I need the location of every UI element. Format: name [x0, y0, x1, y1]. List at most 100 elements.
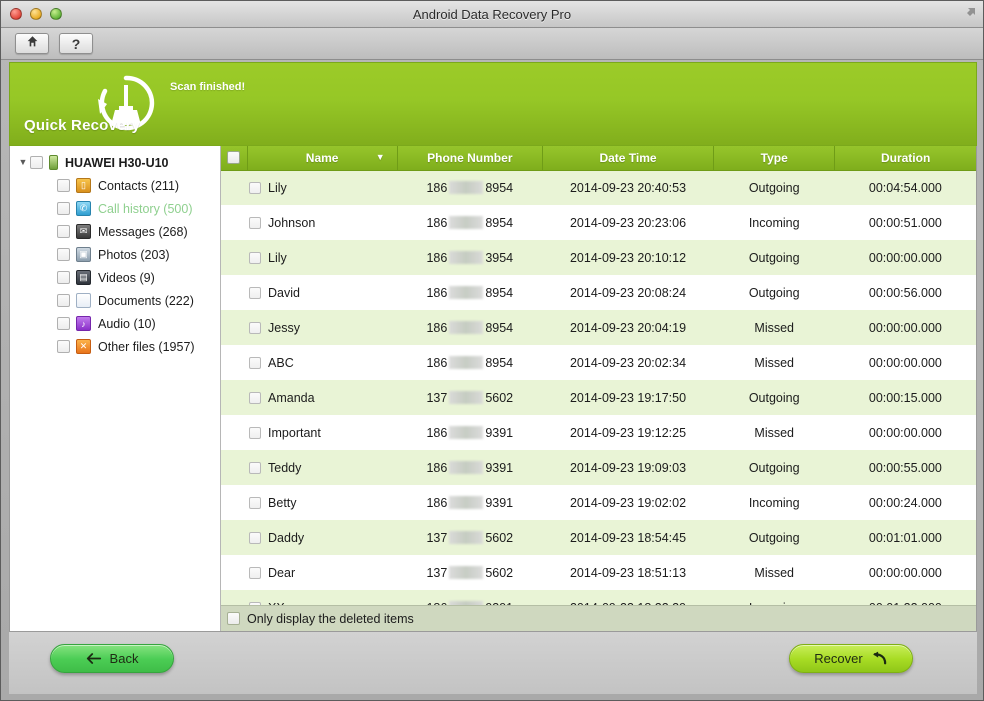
column-header-name[interactable]: Name ▼: [247, 146, 397, 170]
table-row[interactable]: Daddy13756022014-09-23 18:54:45Outgoing0…: [221, 520, 976, 555]
sidebar-item-photos[interactable]: ▣ Photos (203): [10, 243, 220, 266]
audio-checkbox[interactable]: [57, 317, 70, 330]
row-checkbox[interactable]: [249, 497, 261, 509]
row-checkbox[interactable]: [249, 287, 261, 299]
cell-type: Outgoing: [714, 240, 835, 275]
sort-descending-icon[interactable]: ▼: [376, 153, 385, 162]
home-button[interactable]: [15, 33, 49, 54]
cell-type: Outgoing: [714, 170, 835, 205]
row-checkbox[interactable]: [249, 217, 261, 229]
redacted-digits: [449, 216, 483, 229]
sidebar-item-videos[interactable]: ▤ Videos (9): [10, 266, 220, 289]
recover-button[interactable]: Recover: [789, 644, 913, 673]
sidebar-item-messages[interactable]: ✉ Messages (268): [10, 220, 220, 243]
contact-name-label: Jessy: [268, 321, 300, 335]
row-select-cell: [221, 310, 247, 345]
sidebar-item-label: Audio (10): [98, 317, 156, 331]
column-header-duration[interactable]: Duration: [835, 146, 976, 170]
table-row[interactable]: Amanda13756022014-09-23 19:17:50Outgoing…: [221, 380, 976, 415]
phone-suffix: 9391: [485, 426, 513, 440]
column-label: Name: [306, 151, 339, 165]
cell-date-time: 2014-09-23 19:09:03: [542, 450, 713, 485]
cell-duration: 00:00:56.000: [835, 275, 976, 310]
sidebar-item-contacts[interactable]: ▯ Contacts (211): [10, 174, 220, 197]
sidebar-device-row[interactable]: ▼ HUAWEI H30-U10: [10, 151, 220, 174]
table-row[interactable]: Dear13756022014-09-23 18:51:13Missed00:0…: [221, 555, 976, 590]
phone-prefix: 186: [426, 251, 447, 265]
recover-label: Recover: [814, 651, 862, 666]
cell-name: Jessy: [247, 310, 397, 345]
sidebar-item-label: Contacts (211): [98, 179, 179, 193]
question-mark-icon: ?: [72, 37, 81, 51]
table-row[interactable]: Betty18693912014-09-23 19:02:02Incoming0…: [221, 485, 976, 520]
minimize-button[interactable]: [30, 8, 42, 20]
table-row[interactable]: Lily18689542014-09-23 20:40:53Outgoing00…: [221, 170, 976, 205]
table-row[interactable]: Jessy18689542014-09-23 20:04:19Missed00:…: [221, 310, 976, 345]
film-icon: ▤: [76, 270, 91, 285]
column-header-type[interactable]: Type: [714, 146, 835, 170]
table-row[interactable]: David18689542014-09-23 20:08:24Outgoing0…: [221, 275, 976, 310]
sidebar-item-call-history[interactable]: ✆ Call history (500): [10, 197, 220, 220]
row-select-cell: [221, 275, 247, 310]
table-row[interactable]: Important18693912014-09-23 19:12:25Misse…: [221, 415, 976, 450]
other-files-checkbox[interactable]: [57, 340, 70, 353]
sidebar-item-documents[interactable]: Documents (222): [10, 289, 220, 312]
resize-grip-icon[interactable]: [962, 7, 976, 21]
phone-prefix: 137: [426, 391, 447, 405]
cell-type: Outgoing: [714, 380, 835, 415]
home-icon: [26, 35, 39, 53]
cell-duration: 00:00:51.000: [835, 205, 976, 240]
row-checkbox[interactable]: [249, 427, 261, 439]
redacted-digits: [449, 496, 483, 509]
table-row[interactable]: Teddy18693912014-09-23 19:09:03Outgoing0…: [221, 450, 976, 485]
cell-phone-number: 1869391: [397, 415, 542, 450]
cell-duration: 00:00:24.000: [835, 485, 976, 520]
phone-prefix: 186: [426, 181, 447, 195]
sidebar-item-label: Documents (222): [98, 294, 194, 308]
help-button[interactable]: ?: [59, 33, 93, 54]
documents-checkbox[interactable]: [57, 294, 70, 307]
other-files-icon: ✕: [76, 339, 91, 354]
contacts-checkbox[interactable]: [57, 179, 70, 192]
table-row[interactable]: Lily18639542014-09-23 20:10:12Outgoing00…: [221, 240, 976, 275]
select-all-checkbox[interactable]: [227, 151, 240, 164]
back-button[interactable]: Back: [50, 644, 174, 673]
sidebar-item-other-files[interactable]: ✕ Other files (1957): [10, 335, 220, 358]
column-label: Duration: [881, 151, 930, 165]
sidebar-item-audio[interactable]: ♪ Audio (10): [10, 312, 220, 335]
row-checkbox[interactable]: [249, 462, 261, 474]
row-checkbox[interactable]: [249, 567, 261, 579]
videos-checkbox[interactable]: [57, 271, 70, 284]
zoom-button[interactable]: [50, 8, 62, 20]
row-checkbox[interactable]: [249, 532, 261, 544]
device-checkbox[interactable]: [30, 156, 43, 169]
cell-name: Lily: [247, 170, 397, 205]
arrow-left-icon: [86, 653, 102, 664]
call-history-checkbox[interactable]: [57, 202, 70, 215]
row-checkbox[interactable]: [249, 392, 261, 404]
contact-name-label: Dear: [268, 566, 295, 580]
cell-type: Incoming: [714, 485, 835, 520]
sidebar-item-label: Photos (203): [98, 248, 170, 262]
row-checkbox[interactable]: [249, 182, 261, 194]
contact-name-label: Teddy: [268, 461, 301, 475]
row-checkbox[interactable]: [249, 357, 261, 369]
contact-name-label: Daddy: [268, 531, 304, 545]
column-header-phone-number[interactable]: Phone Number: [397, 146, 542, 170]
phone-suffix: 8954: [485, 286, 513, 300]
close-button[interactable]: [10, 8, 22, 20]
photos-checkbox[interactable]: [57, 248, 70, 261]
table-row[interactable]: Johnson18689542014-09-23 20:23:06Incomin…: [221, 205, 976, 240]
only-deleted-checkbox[interactable]: [227, 612, 240, 625]
chevron-down-icon[interactable]: ▼: [16, 158, 30, 167]
column-header-select[interactable]: [221, 146, 247, 170]
column-header-date-time[interactable]: Date Time: [542, 146, 713, 170]
call-history-table-panel: Name ▼ Phone Number Date Time: [221, 146, 976, 631]
table-row[interactable]: ABC18689542014-09-23 20:02:34Missed00:00…: [221, 345, 976, 380]
redacted-digits: [449, 426, 483, 439]
phone-device-icon: [49, 155, 58, 170]
row-checkbox[interactable]: [249, 322, 261, 334]
row-checkbox[interactable]: [249, 252, 261, 264]
row-select-cell: [221, 520, 247, 555]
messages-checkbox[interactable]: [57, 225, 70, 238]
